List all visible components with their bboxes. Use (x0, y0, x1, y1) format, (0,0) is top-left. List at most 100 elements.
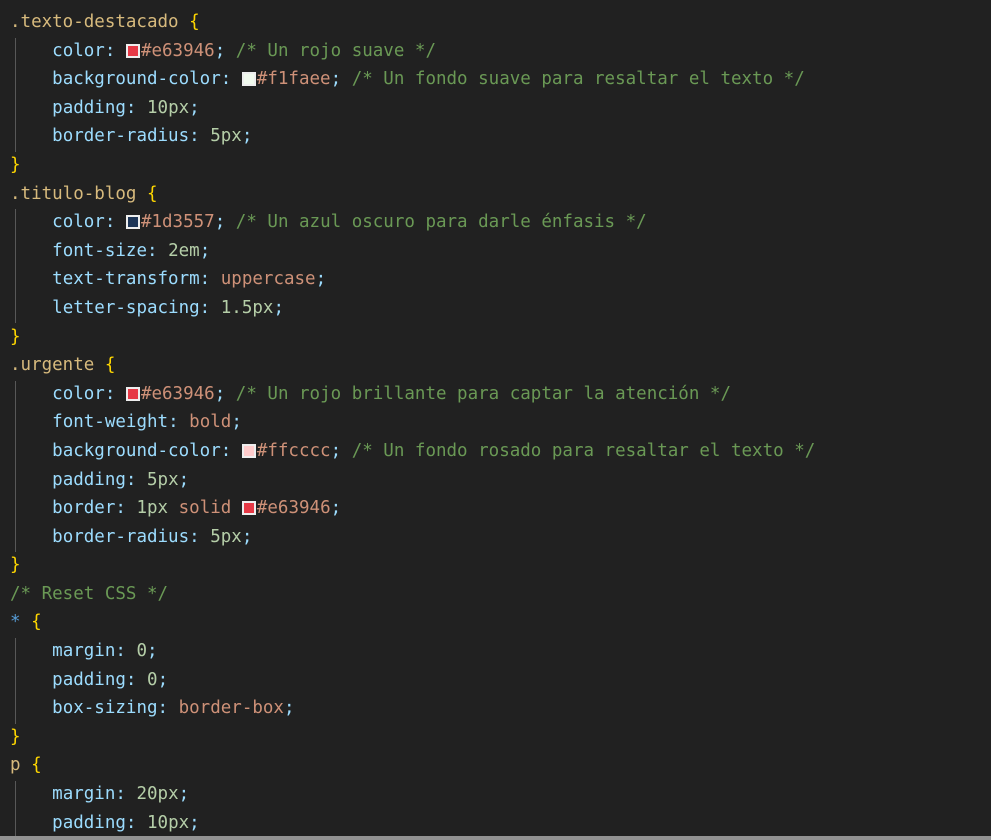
css-value: #1d3557 (140, 212, 215, 233)
semicolon: ; (147, 641, 158, 662)
code-line[interactable]: margin: 0; (0, 637, 991, 666)
colon: : (189, 526, 200, 547)
code-line[interactable]: margin: 20px; (0, 780, 991, 809)
css-value: 0 (147, 669, 158, 690)
css-value: #f1faee (256, 69, 331, 90)
open-brace: { (31, 755, 42, 776)
code-line[interactable]: font-weight: bold; (0, 408, 991, 437)
css-value: #e63946 (256, 498, 331, 519)
code-line[interactable]: } (0, 151, 991, 180)
semicolon: ; (330, 498, 342, 519)
code-line[interactable]: } (0, 723, 991, 752)
colon: : (104, 212, 116, 233)
color-swatch-icon[interactable] (125, 386, 140, 401)
code-line[interactable]: * { (0, 608, 991, 637)
code-line[interactable]: p { (0, 751, 991, 780)
css-property: color (52, 212, 105, 233)
code-line[interactable]: padding: 10px; (0, 94, 991, 123)
colon: : (115, 641, 126, 662)
code-line[interactable]: border: 1px solid #e63946; (0, 494, 991, 523)
open-brace: { (31, 612, 42, 633)
semicolon: ; (330, 69, 342, 90)
color-swatch-icon[interactable] (241, 501, 256, 516)
color-swatch-icon[interactable] (241, 72, 256, 87)
code-line[interactable]: background-color: #ffcccc; /* Un fondo r… (0, 437, 991, 466)
code-line[interactable]: color: #1d3557; /* Un azul oscuro para d… (0, 208, 991, 237)
code-line[interactable]: text-transform: uppercase; (0, 265, 991, 294)
code-line[interactable]: .texto-destacado { (0, 8, 991, 37)
css-property: color (52, 383, 105, 404)
css-property: border-radius (52, 526, 190, 547)
open-brace: { (146, 183, 158, 204)
css-value: #e63946 (140, 40, 215, 61)
code-line[interactable]: font-size: 2em; (0, 237, 991, 266)
code-line[interactable]: .titulo-blog { (0, 180, 991, 209)
semicolon: ; (214, 383, 226, 404)
colon: : (220, 69, 232, 90)
close-brace: } (10, 326, 21, 347)
colon: : (146, 240, 158, 261)
css-comment: /* Reset CSS */ (10, 583, 169, 604)
css-value: 0 (136, 641, 148, 662)
semicolon: ; (189, 97, 200, 118)
color-swatch-icon[interactable] (125, 43, 140, 58)
code-line[interactable]: /* Reset CSS */ (0, 580, 991, 609)
colon: : (220, 440, 232, 461)
colon: : (199, 297, 211, 318)
css-selector: p (10, 755, 21, 776)
colon: : (125, 669, 137, 690)
code-line[interactable]: border-radius: 5px; (0, 122, 991, 151)
semicolon: ; (178, 469, 190, 490)
css-value: 10px (147, 812, 190, 833)
horizontal-scrollbar-thumb[interactable] (0, 836, 991, 840)
code-line[interactable]: } (0, 323, 991, 352)
css-value: 2em (168, 240, 200, 261)
code-line[interactable]: letter-spacing: 1.5px; (0, 294, 991, 323)
code-line[interactable]: } (0, 551, 991, 580)
code-line[interactable]: box-sizing: border-box; (0, 694, 991, 723)
css-value: 5px (210, 526, 242, 547)
code-line[interactable]: border-radius: 5px; (0, 523, 991, 552)
code-editor[interactable]: .texto-destacado { color: #e63946; /* Un… (0, 0, 991, 840)
css-value: #e63946 (140, 383, 215, 404)
code-line[interactable]: color: #e63946; /* Un rojo brillante par… (0, 380, 991, 409)
code-line[interactable]: padding: 0; (0, 666, 991, 695)
css-property: text-transform (52, 269, 200, 290)
css-property: padding (52, 469, 126, 490)
css-property: border-radius (52, 126, 190, 147)
semicolon: ; (199, 240, 211, 261)
css-value: 1.5px (220, 297, 274, 318)
colon: : (104, 40, 116, 61)
horizontal-scrollbar[interactable] (0, 836, 991, 840)
css-property: border (52, 498, 116, 519)
code-line[interactable]: padding: 5px; (0, 466, 991, 495)
code-line[interactable]: color: #e63946; /* Un rojo suave */ (0, 37, 991, 66)
color-swatch-icon[interactable] (241, 443, 256, 458)
css-value: #ffcccc (256, 440, 331, 461)
css-property: padding (52, 812, 126, 833)
css-comment: /* Un azul oscuro para darle énfasis */ (235, 212, 647, 233)
css-value: 10px (147, 97, 190, 118)
css-value: 5px (210, 126, 242, 147)
semicolon: ; (231, 412, 242, 433)
css-value: 1px (136, 498, 169, 519)
semicolon: ; (241, 126, 253, 147)
css-comment: /* Un rojo suave */ (235, 40, 436, 61)
css-comment: /* Un rojo brillante para captar la aten… (235, 383, 731, 404)
css-property: letter-spacing (52, 297, 200, 318)
semicolon: ; (214, 212, 226, 233)
close-brace: } (10, 154, 21, 175)
code-line[interactable]: .urgente { (0, 351, 991, 380)
semicolon: ; (330, 440, 342, 461)
css-property: padding (52, 669, 126, 690)
colon: : (199, 269, 211, 290)
code-content[interactable]: .texto-destacado { color: #e63946; /* Un… (0, 8, 991, 837)
colon: : (157, 698, 169, 719)
code-line[interactable]: background-color: #f1faee; /* Un fondo s… (0, 65, 991, 94)
css-comment: /* Un fondo rosado para resaltar el text… (351, 440, 816, 461)
code-line[interactable]: padding: 10px; (0, 809, 991, 838)
open-brace: { (189, 12, 200, 32)
css-property: background-color (52, 69, 221, 90)
color-swatch-icon[interactable] (125, 215, 140, 230)
colon: : (125, 469, 137, 490)
